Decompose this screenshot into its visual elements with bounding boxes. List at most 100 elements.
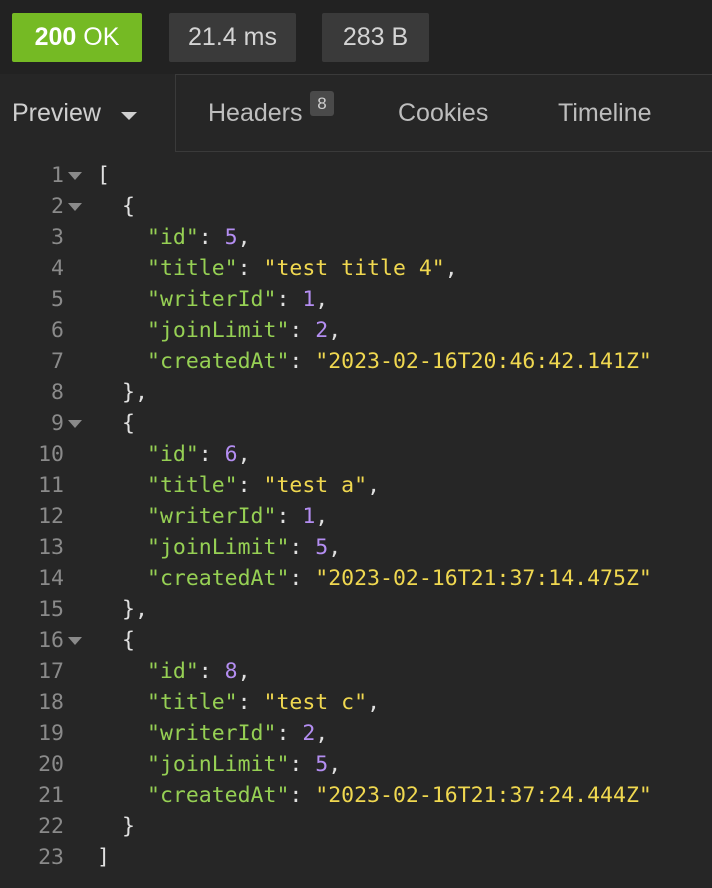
code-line: 12 "writerId": 1, <box>0 501 712 532</box>
response-status-bar: 200 OK 21.4 ms 283 B <box>0 0 712 74</box>
json-number: 1 <box>302 504 316 529</box>
json-punctuation: , <box>315 504 329 529</box>
json-key: "id" <box>147 442 199 467</box>
json-punctuation: : <box>237 473 264 498</box>
code-text: { <box>122 408 135 439</box>
code-text: "joinLimit": 5, <box>147 532 341 563</box>
code-line: 9{ <box>0 408 712 439</box>
code-text: "createdAt": "2023-02-16T21:37:14.475Z" <box>147 563 652 594</box>
line-number: 13 <box>38 535 64 560</box>
code-text: "writerId": 1, <box>147 284 328 315</box>
json-string: "test title 4" <box>263 256 445 281</box>
json-key: "title" <box>147 256 238 281</box>
code-line: 17 "id": 8, <box>0 656 712 687</box>
code-line: 20 "joinLimit": 5, <box>0 749 712 780</box>
json-key: "writerId" <box>147 721 277 746</box>
code-text: "writerId": 2, <box>147 718 328 749</box>
json-punctuation: { <box>122 194 135 219</box>
line-number: 16 <box>38 628 64 653</box>
fold-arrow-icon[interactable] <box>68 203 82 211</box>
code-line: 2{ <box>0 191 712 222</box>
json-string: "2023-02-16T21:37:14.475Z" <box>315 566 652 591</box>
line-number: 6 <box>51 318 64 343</box>
line-number: 21 <box>38 783 64 808</box>
json-key: "title" <box>147 690 238 715</box>
code-line: 4 "title": "test title 4", <box>0 253 712 284</box>
line-number: 2 <box>51 194 64 219</box>
json-number: 6 <box>224 442 238 467</box>
code-line: 10 "id": 6, <box>0 439 712 470</box>
code-line: 5 "writerId": 1, <box>0 284 712 315</box>
line-number: 4 <box>51 256 64 281</box>
chevron-down-icon[interactable] <box>121 112 137 120</box>
code-line: 7 "createdAt": "2023-02-16T20:46:42.141Z" <box>0 346 712 377</box>
json-punctuation: }, <box>122 597 148 622</box>
json-key: "createdAt" <box>147 566 290 591</box>
json-key: "title" <box>147 473 238 498</box>
json-punctuation: : <box>289 349 316 374</box>
code-text: "id": 5, <box>147 222 251 253</box>
line-number: 14 <box>38 566 64 591</box>
line-number: 1 <box>51 163 64 188</box>
code-line: 16 { <box>0 625 712 656</box>
code-line: 1[ <box>0 160 712 191</box>
line-number: 12 <box>38 504 64 529</box>
code-line: 14 "createdAt": "2023-02-16T21:37:14.475Z… <box>0 563 712 594</box>
json-punctuation: : <box>289 566 316 591</box>
code-line: 8}, <box>0 377 712 408</box>
json-punctuation: : <box>289 752 316 777</box>
code-text: "id": 6, <box>147 439 251 470</box>
json-punctuation: : <box>276 504 303 529</box>
tab-headers[interactable]: Headers <box>208 99 303 128</box>
response-tab-bar: Preview Headers 8 Cookies Timeline <box>0 74 712 152</box>
json-punctuation: : <box>276 287 303 312</box>
response-size-badge: 283 B <box>322 13 429 62</box>
code-text: }, <box>122 377 148 408</box>
json-punctuation: { <box>122 628 135 653</box>
json-string: "test c" <box>263 690 368 715</box>
status-badge: 200 OK <box>12 13 142 62</box>
line-number: 17 <box>38 659 64 684</box>
json-key: "writerId" <box>147 287 277 312</box>
json-key: "joinLimit" <box>147 318 290 343</box>
code-text: }, <box>122 594 148 625</box>
json-punctuation: , <box>328 318 342 343</box>
fold-arrow-icon[interactable] <box>68 172 82 180</box>
fold-arrow-icon[interactable] <box>68 420 82 428</box>
code-line: 19 "writerId": 2, <box>0 718 712 749</box>
json-punctuation: , <box>315 287 329 312</box>
code-text: { <box>122 191 135 222</box>
code-line: 18 "title": "test c", <box>0 687 712 718</box>
code-text: ] <box>97 842 110 873</box>
line-number: 23 <box>38 845 64 870</box>
response-time-badge: 21.4 ms <box>169 13 296 62</box>
code-line: 15}, <box>0 594 712 625</box>
json-punctuation: : <box>237 256 264 281</box>
line-number: 19 <box>38 721 64 746</box>
json-string: "test a" <box>263 473 368 498</box>
json-punctuation: , <box>237 659 251 684</box>
json-punctuation: }, <box>122 380 148 405</box>
fold-arrow-icon[interactable] <box>68 637 82 645</box>
json-punctuation: , <box>444 256 458 281</box>
json-punctuation: , <box>367 690 381 715</box>
json-key: "writerId" <box>147 504 277 529</box>
status-text: OK <box>83 23 120 51</box>
json-number: 8 <box>224 659 238 684</box>
json-string: "2023-02-16T21:37:24.444Z" <box>315 783 652 808</box>
line-number: 3 <box>51 225 64 250</box>
json-punctuation: : <box>237 690 264 715</box>
tab-timeline[interactable]: Timeline <box>558 99 652 128</box>
response-body-viewer[interactable]: 1[2{3 "id": 5, 4 "title": "test title 4", 5 "… <box>0 152 712 888</box>
code-line: 23] <box>0 842 712 873</box>
json-number: 5 <box>224 225 238 250</box>
tab-cookies[interactable]: Cookies <box>398 99 488 128</box>
headers-count-badge: 8 <box>310 91 334 116</box>
json-punctuation: , <box>328 752 342 777</box>
line-number: 11 <box>38 473 64 498</box>
json-punctuation: [ <box>97 163 110 188</box>
json-number: 2 <box>315 318 329 343</box>
json-punctuation: , <box>237 442 251 467</box>
tab-preview[interactable]: Preview <box>0 74 176 152</box>
code-text: "title": "test title 4", <box>147 253 458 284</box>
